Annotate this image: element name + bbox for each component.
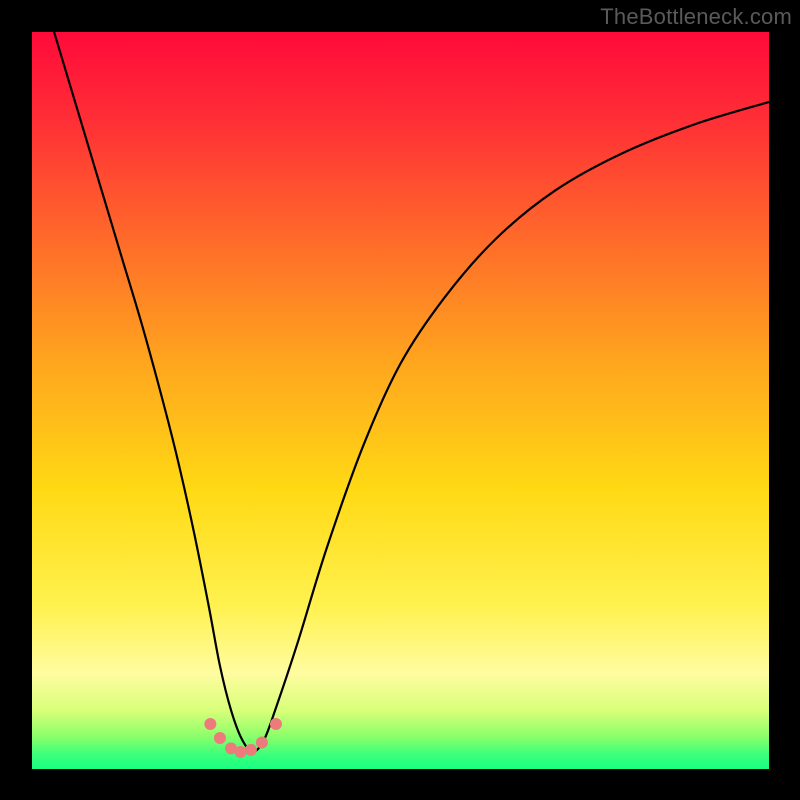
valley-marker	[235, 746, 247, 758]
plot-area	[32, 32, 769, 769]
valley-marker	[214, 732, 226, 744]
valley-marker	[204, 718, 216, 730]
valley-marker	[256, 736, 268, 748]
valley-marker	[270, 718, 282, 730]
watermark-text: TheBottleneck.com	[600, 4, 792, 30]
bottleneck-curve	[54, 32, 769, 752]
valley-markers	[204, 718, 282, 758]
chart-frame: TheBottleneck.com	[0, 0, 800, 800]
curve-layer	[32, 32, 769, 769]
valley-marker	[245, 744, 257, 756]
